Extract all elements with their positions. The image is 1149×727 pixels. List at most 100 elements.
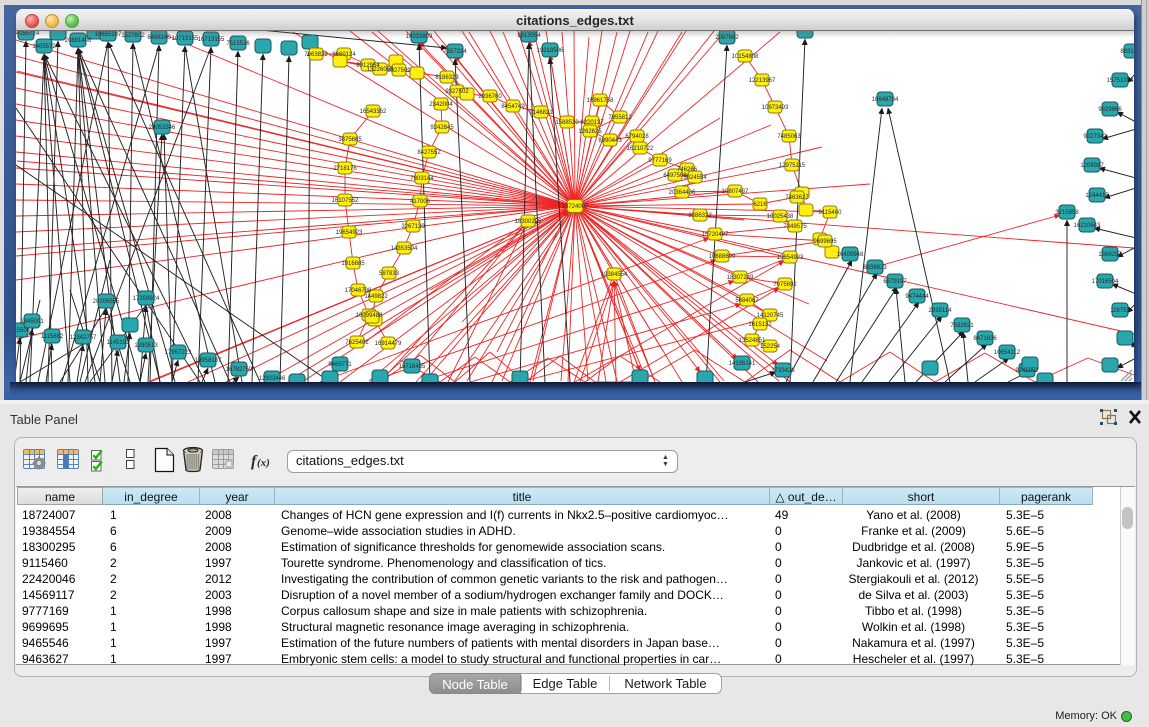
svg-text:1244415: 1244415 xyxy=(1085,193,1109,199)
svg-text:16033809: 16033809 xyxy=(406,34,433,40)
svg-text:17359924: 17359924 xyxy=(133,296,160,302)
svg-text:7803144: 7803144 xyxy=(410,176,434,182)
svg-text:(x): (x) xyxy=(257,457,270,469)
svg-text:10807487: 10807487 xyxy=(722,189,749,195)
svg-text:8813054: 8813054 xyxy=(517,33,541,39)
svg-text:1569297: 1569297 xyxy=(1098,252,1122,258)
svg-text:2342004: 2342004 xyxy=(429,102,453,108)
svg-text:17016504: 17016504 xyxy=(1092,279,1119,285)
svg-text:7515526: 7515526 xyxy=(226,41,250,47)
svg-text:16543362: 16543362 xyxy=(360,109,387,115)
svg-text:1145191: 1145191 xyxy=(107,340,131,346)
svg-text:116753: 116753 xyxy=(1110,308,1130,314)
svg-text:10958187: 10958187 xyxy=(195,358,222,364)
svg-text:1449822: 1449822 xyxy=(364,294,388,300)
svg-text:15716485: 15716485 xyxy=(399,364,426,370)
svg-text:10973493: 10973493 xyxy=(762,105,789,111)
svg-text:14136141: 14136141 xyxy=(729,361,756,367)
svg-text:3215958: 3215958 xyxy=(1055,210,1079,216)
svg-text:2718176: 2718176 xyxy=(333,166,357,172)
svg-text:9474444: 9474444 xyxy=(905,294,929,300)
svg-text:10688609: 10688609 xyxy=(709,254,736,260)
svg-text:18307249: 18307249 xyxy=(727,275,754,281)
svg-text:18300295: 18300295 xyxy=(515,219,542,225)
svg-text:16409948: 16409948 xyxy=(837,252,864,258)
svg-text:20206555: 20206555 xyxy=(93,299,120,305)
svg-text:6466160: 6466160 xyxy=(147,35,171,41)
svg-text:20053346: 20053346 xyxy=(149,125,176,131)
svg-text:152254: 152254 xyxy=(760,344,781,350)
svg-text:16713155: 16713155 xyxy=(198,37,225,43)
svg-text:2935114: 2935114 xyxy=(929,308,953,314)
svg-text:14120745: 14120745 xyxy=(757,313,784,319)
svg-text:1115682: 1115682 xyxy=(41,334,64,340)
svg-text:7625402: 7625402 xyxy=(345,340,369,346)
svg-text:7955812: 7955812 xyxy=(608,115,632,121)
svg-text:7349575: 7349575 xyxy=(783,224,807,230)
svg-text:9242845: 9242845 xyxy=(430,125,454,131)
svg-text:7357224: 7357224 xyxy=(443,49,467,55)
svg-text:9146821: 9146821 xyxy=(529,110,553,116)
svg-text:16914479: 16914479 xyxy=(375,341,402,347)
svg-text:19654923: 19654923 xyxy=(336,230,363,236)
svg-text:9327502: 9327502 xyxy=(445,89,469,95)
svg-text:10719155: 10719155 xyxy=(172,36,199,42)
svg-text:8186323: 8186323 xyxy=(435,75,459,81)
svg-text:7075692: 7075692 xyxy=(773,282,797,288)
svg-text:8938923: 8938923 xyxy=(863,265,887,271)
svg-text:1615132: 1615132 xyxy=(748,322,772,328)
svg-text:16782759: 16782759 xyxy=(226,367,253,373)
svg-text:10154808: 10154808 xyxy=(732,54,759,60)
svg-text:8831054: 8831054 xyxy=(1120,49,1134,55)
svg-text:10655287: 10655287 xyxy=(95,32,122,38)
svg-text:12342757: 12342757 xyxy=(70,335,97,341)
svg-text:1845001: 1845001 xyxy=(20,319,44,325)
svg-text:16107552: 16107552 xyxy=(332,198,359,204)
svg-text:10654112: 10654112 xyxy=(994,350,1021,356)
svg-text:14353594: 14353594 xyxy=(391,246,418,252)
svg-text:16210722: 16210722 xyxy=(627,146,654,152)
svg-text:9329966: 9329966 xyxy=(1098,107,1122,113)
svg-text:3875685: 3875685 xyxy=(338,137,362,143)
svg-text:8990443: 8990443 xyxy=(598,138,622,144)
svg-text:1209387: 1209387 xyxy=(1080,163,1104,169)
svg-text:16210643: 16210643 xyxy=(1074,223,1101,229)
svg-text:14055724: 14055724 xyxy=(16,31,40,37)
svg-text:12975115: 12975115 xyxy=(779,163,806,169)
svg-text:1916685: 1916685 xyxy=(341,261,365,267)
svg-text:6879197: 6879197 xyxy=(883,279,907,285)
svg-text:39155061: 39155061 xyxy=(16,328,34,334)
svg-text:2936760: 2936760 xyxy=(478,94,502,100)
svg-text:9777169: 9777169 xyxy=(648,158,672,164)
svg-text:8427552: 8427552 xyxy=(417,150,441,156)
svg-text:15720407: 15720407 xyxy=(702,232,729,238)
svg-text:7663822: 7663822 xyxy=(304,52,328,58)
svg-text:20891406: 20891406 xyxy=(65,38,92,44)
svg-text:9465771: 9465771 xyxy=(328,362,352,368)
svg-text:3024554: 3024554 xyxy=(683,175,707,181)
svg-text:5684067: 5684067 xyxy=(735,298,759,304)
svg-text:9245052: 9245052 xyxy=(1015,368,1039,374)
svg-text:1527602: 1527602 xyxy=(121,33,145,39)
svg-text:12213967: 12213967 xyxy=(749,78,776,84)
svg-text:2386322: 2386322 xyxy=(688,213,712,219)
svg-text:1733426: 1733426 xyxy=(771,368,795,374)
svg-text:19654923: 19654923 xyxy=(777,255,804,261)
svg-text:16648784: 16648784 xyxy=(872,97,899,103)
svg-text:17957223: 17957223 xyxy=(165,350,192,356)
svg-text:19218506: 19218506 xyxy=(537,48,564,54)
svg-text:1262625: 1262625 xyxy=(578,129,602,135)
svg-text:15751074: 15751074 xyxy=(1107,78,1134,84)
svg-text:8454749: 8454749 xyxy=(501,104,525,110)
svg-text:9699695: 9699695 xyxy=(813,239,837,245)
svg-text:8660124: 8660124 xyxy=(332,52,356,58)
svg-text:9227342: 9227342 xyxy=(1083,134,1107,140)
svg-text:16961758: 16961758 xyxy=(587,98,614,104)
svg-text:2087682: 2087682 xyxy=(715,35,739,41)
svg-text:19384554: 19384554 xyxy=(601,272,628,278)
svg-text:7632621: 7632621 xyxy=(950,323,974,329)
svg-text:18724007: 18724007 xyxy=(562,204,589,210)
svg-text:9115460: 9115460 xyxy=(819,210,843,216)
svg-text:16099488: 16099488 xyxy=(356,313,383,319)
svg-text:10025438: 10025438 xyxy=(767,214,794,220)
